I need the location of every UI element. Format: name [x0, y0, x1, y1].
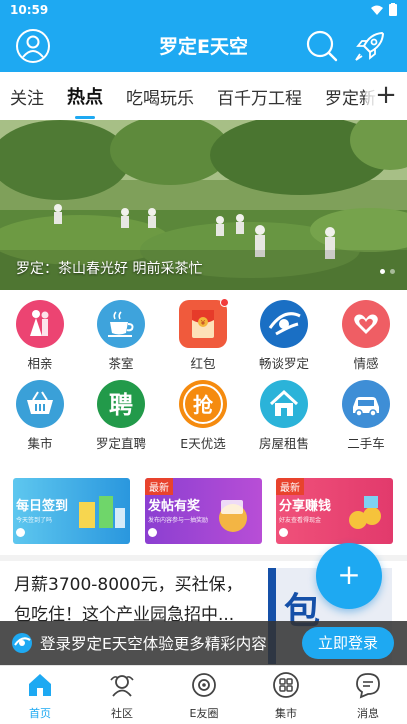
- add-post-button[interactable]: +: [316, 543, 382, 609]
- promo-illustration: [79, 496, 125, 528]
- grid-item-recruit[interactable]: 聘 罗定直聘: [81, 380, 161, 452]
- promo-row: 每日签到 今天签到了吗 最新 发帖有奖 发布内容参与一抽奖励 最新 分享赚钱 好…: [0, 478, 407, 546]
- nav-home[interactable]: 首页: [10, 671, 70, 721]
- tea-cup-icon: [97, 300, 145, 348]
- tab-food-fun[interactable]: 吃喝玩乐: [126, 84, 194, 109]
- promo-checkin[interactable]: 每日签到 今天签到了吗: [13, 478, 130, 544]
- recruit-icon: 聘: [97, 380, 145, 428]
- promo-subtitle: 好友查看得现金: [279, 517, 322, 524]
- home-icon: [29, 674, 51, 696]
- nav-market[interactable]: 集市: [256, 671, 316, 721]
- grid-label: 罗定直聘: [95, 436, 146, 451]
- carousel-indicator: [380, 269, 395, 274]
- grid-label: E天优选: [180, 436, 226, 451]
- nav-label: 社区: [111, 707, 133, 720]
- grid-label: 情感: [353, 356, 379, 371]
- select-icon: 抢: [179, 380, 227, 428]
- arrow-right-icon: [279, 528, 288, 537]
- grid-item-dating[interactable]: 相亲: [0, 300, 80, 372]
- app-title: 罗定E天空: [159, 36, 248, 58]
- banner-caption: 罗定：茶山春光好 明前采茶忙: [16, 261, 203, 277]
- community-icon: [110, 675, 134, 697]
- grid-label: 二手车: [347, 436, 385, 451]
- promo-subtitle: 发布内容参与一抽奖励: [148, 517, 209, 524]
- nav-e-circle[interactable]: E友圈: [174, 671, 234, 721]
- login-prompt-text: 登录罗定E天空体验更多精彩内容: [40, 635, 267, 653]
- message-icon: [356, 673, 380, 699]
- nav-label: 首页: [29, 707, 51, 720]
- couple-icon: [16, 300, 64, 348]
- basket-icon: [16, 380, 64, 428]
- nav-label: 消息: [357, 707, 379, 720]
- hearts-icon: [342, 300, 390, 348]
- status-icons: [371, 3, 397, 16]
- promo-share[interactable]: 最新 分享赚钱 好友查看得现金: [276, 478, 393, 544]
- grid-label: 房屋租售: [258, 436, 309, 451]
- grid-label: 红包: [190, 356, 216, 371]
- promo-post[interactable]: 最新 发帖有奖 发布内容参与一抽奖励: [145, 478, 262, 544]
- grid-item-market[interactable]: 集市: [0, 380, 80, 452]
- arrow-right-icon: [16, 528, 25, 537]
- new-badge: 最新: [276, 478, 304, 495]
- arrow-right-icon: [148, 528, 157, 537]
- wifi-icon: [371, 5, 383, 15]
- market-icon: [273, 672, 299, 698]
- grid-item-tea-room[interactable]: 茶室: [81, 300, 161, 372]
- nav-label: 集市: [275, 707, 297, 720]
- rocket-icon[interactable]: [352, 28, 388, 64]
- status-time: 10:59: [10, 3, 49, 17]
- grid-item-housing[interactable]: 房屋租售: [244, 380, 324, 452]
- svg-text:聘: 聘: [109, 391, 133, 419]
- tab-hot[interactable]: 热点: [67, 83, 103, 119]
- grid-item-red-envelope[interactable]: ¥ 红包: [163, 298, 243, 372]
- svg-text:抢: 抢: [193, 393, 214, 417]
- feature-grid: 相亲 茶室 ¥ 红包 畅谈罗定 情感 集市 聘 罗定直聘 抢 E天优选 房屋租售…: [0, 290, 407, 462]
- grid-label: 茶室: [108, 356, 134, 371]
- promo-title: 每日签到: [16, 499, 69, 514]
- grid-label: 相亲: [27, 356, 53, 371]
- house-icon: [260, 380, 308, 428]
- circle-icon: [192, 673, 216, 697]
- car-icon: [342, 380, 390, 428]
- tab-project[interactable]: 百千万工程: [217, 84, 302, 109]
- channel-tabs: 关注 热点 吃喝玩乐 百千万工程 罗定新 +: [0, 72, 407, 120]
- tab-follow[interactable]: 关注: [10, 84, 44, 109]
- grid-item-chat-luoding[interactable]: 畅谈罗定: [244, 300, 324, 372]
- nav-label: E友圈: [189, 707, 219, 720]
- chat-logo-icon: [260, 300, 308, 348]
- red-envelope-icon: ¥: [179, 298, 229, 348]
- promo-title: 分享赚钱: [279, 499, 332, 514]
- promo-subtitle: 今天签到了吗: [16, 517, 53, 524]
- promo-title: 发帖有奖: [148, 499, 201, 514]
- svg-text:¥: ¥: [201, 319, 206, 327]
- search-icon[interactable]: [304, 28, 340, 64]
- login-button[interactable]: 立即登录: [302, 627, 394, 659]
- notification-dot: [220, 298, 229, 307]
- add-channel-button[interactable]: +: [365, 72, 407, 120]
- grid-label: 集市: [27, 436, 53, 451]
- new-badge: 最新: [145, 478, 173, 495]
- app-header: 罗定E天空: [0, 20, 407, 72]
- grid-item-emotion[interactable]: 情感: [326, 300, 406, 372]
- carousel-dot: [390, 269, 395, 274]
- carousel-dot: [380, 269, 385, 274]
- nav-messages[interactable]: 消息: [338, 671, 398, 721]
- grid-item-select[interactable]: 抢 E天优选: [163, 380, 243, 452]
- bottom-nav: 首页 社区 E友圈 集市 消息: [0, 665, 407, 724]
- nav-community[interactable]: 社区: [92, 671, 152, 721]
- app-logo-icon: [12, 633, 32, 653]
- promo-illustration: [349, 496, 381, 529]
- status-bar: 10:59: [0, 0, 407, 20]
- battery-icon: [389, 3, 397, 16]
- promo-illustration: [219, 500, 247, 532]
- banner-carousel[interactable]: 罗定：茶山春光好 明前采茶忙: [0, 120, 407, 290]
- grid-item-used-car[interactable]: 二手车: [326, 380, 406, 452]
- grid-label: 畅谈罗定: [258, 356, 309, 371]
- login-prompt-bar: 登录罗定E天空体验更多精彩内容 立即登录: [0, 621, 407, 665]
